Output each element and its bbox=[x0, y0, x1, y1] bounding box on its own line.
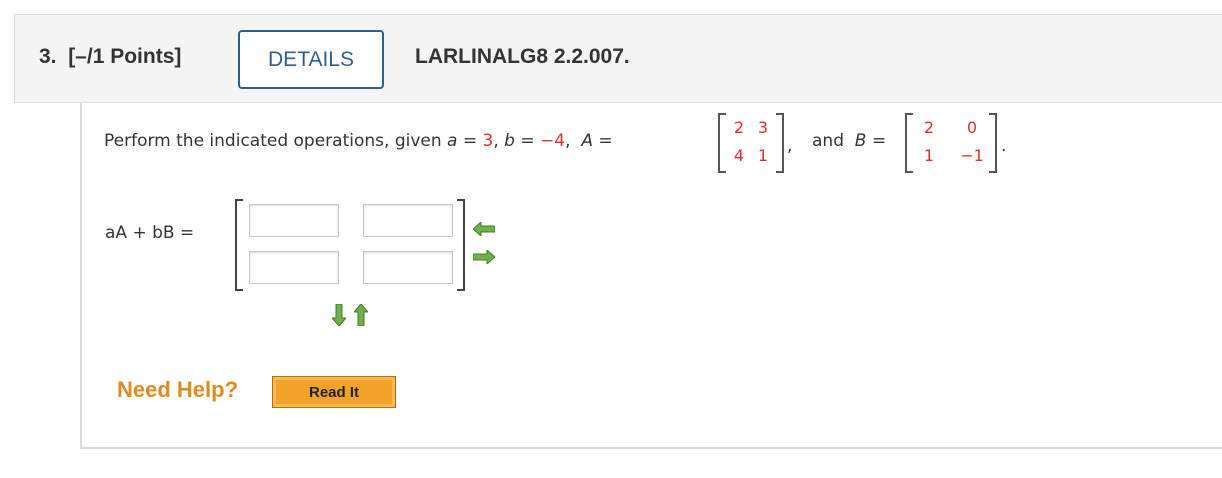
matrix-a-cell: 1 bbox=[757, 146, 769, 165]
answer-input-r1c1[interactable] bbox=[249, 204, 339, 237]
matrix-a-right-bracket bbox=[776, 113, 784, 173]
answer-matrix-right-bracket bbox=[457, 199, 465, 291]
matrix-a-cell: 3 bbox=[757, 118, 769, 137]
remove-row-up-arrow-icon[interactable] bbox=[354, 304, 368, 326]
matrix-a: 2 3 4 1 bbox=[718, 113, 784, 173]
answer-expression: aA + bB = bbox=[105, 223, 195, 243]
problem-code: LARLINALG8 2.2.007. bbox=[415, 45, 630, 68]
matrix-b-cell: 1 bbox=[923, 146, 935, 165]
answer-input-r2c2[interactable] bbox=[363, 251, 453, 284]
remove-column-left-arrow-icon[interactable] bbox=[473, 222, 495, 236]
question-header: 3. [–/1 Points] DETAILS LARLINALG8 2.2.0… bbox=[14, 14, 1222, 103]
prompt-period: . bbox=[1001, 136, 1007, 156]
add-row-down-arrow-icon[interactable] bbox=[332, 304, 346, 326]
prompt-comma: , bbox=[787, 136, 793, 156]
question-prompt: Perform the indicated operations, given … bbox=[104, 131, 613, 151]
matrix-b-right-bracket bbox=[989, 113, 997, 173]
add-column-right-arrow-icon[interactable] bbox=[473, 250, 495, 264]
question-points: 3. [–/1 Points] bbox=[39, 45, 182, 68]
matrix-a-cell: 2 bbox=[733, 118, 745, 137]
details-button[interactable]: DETAILS bbox=[238, 30, 384, 89]
read-it-button[interactable]: Read It bbox=[272, 376, 396, 408]
answer-input-r1c2[interactable] bbox=[363, 204, 453, 237]
answer-matrix-left-bracket bbox=[235, 199, 243, 291]
answer-input-r2c1[interactable] bbox=[249, 251, 339, 284]
matrix-b-cell: 2 bbox=[923, 118, 935, 137]
matrix-b: 2 0 1 −1 bbox=[905, 113, 997, 173]
need-help-label: Need Help? bbox=[117, 377, 239, 402]
prompt-and: and B = bbox=[812, 131, 887, 151]
answer-matrix bbox=[235, 199, 465, 291]
matrix-b-left-bracket bbox=[905, 113, 913, 173]
matrix-b-cell: 0 bbox=[966, 118, 978, 137]
matrix-a-left-bracket bbox=[718, 113, 726, 173]
matrix-a-cell: 4 bbox=[733, 146, 745, 165]
matrix-b-cell: −1 bbox=[960, 146, 984, 165]
